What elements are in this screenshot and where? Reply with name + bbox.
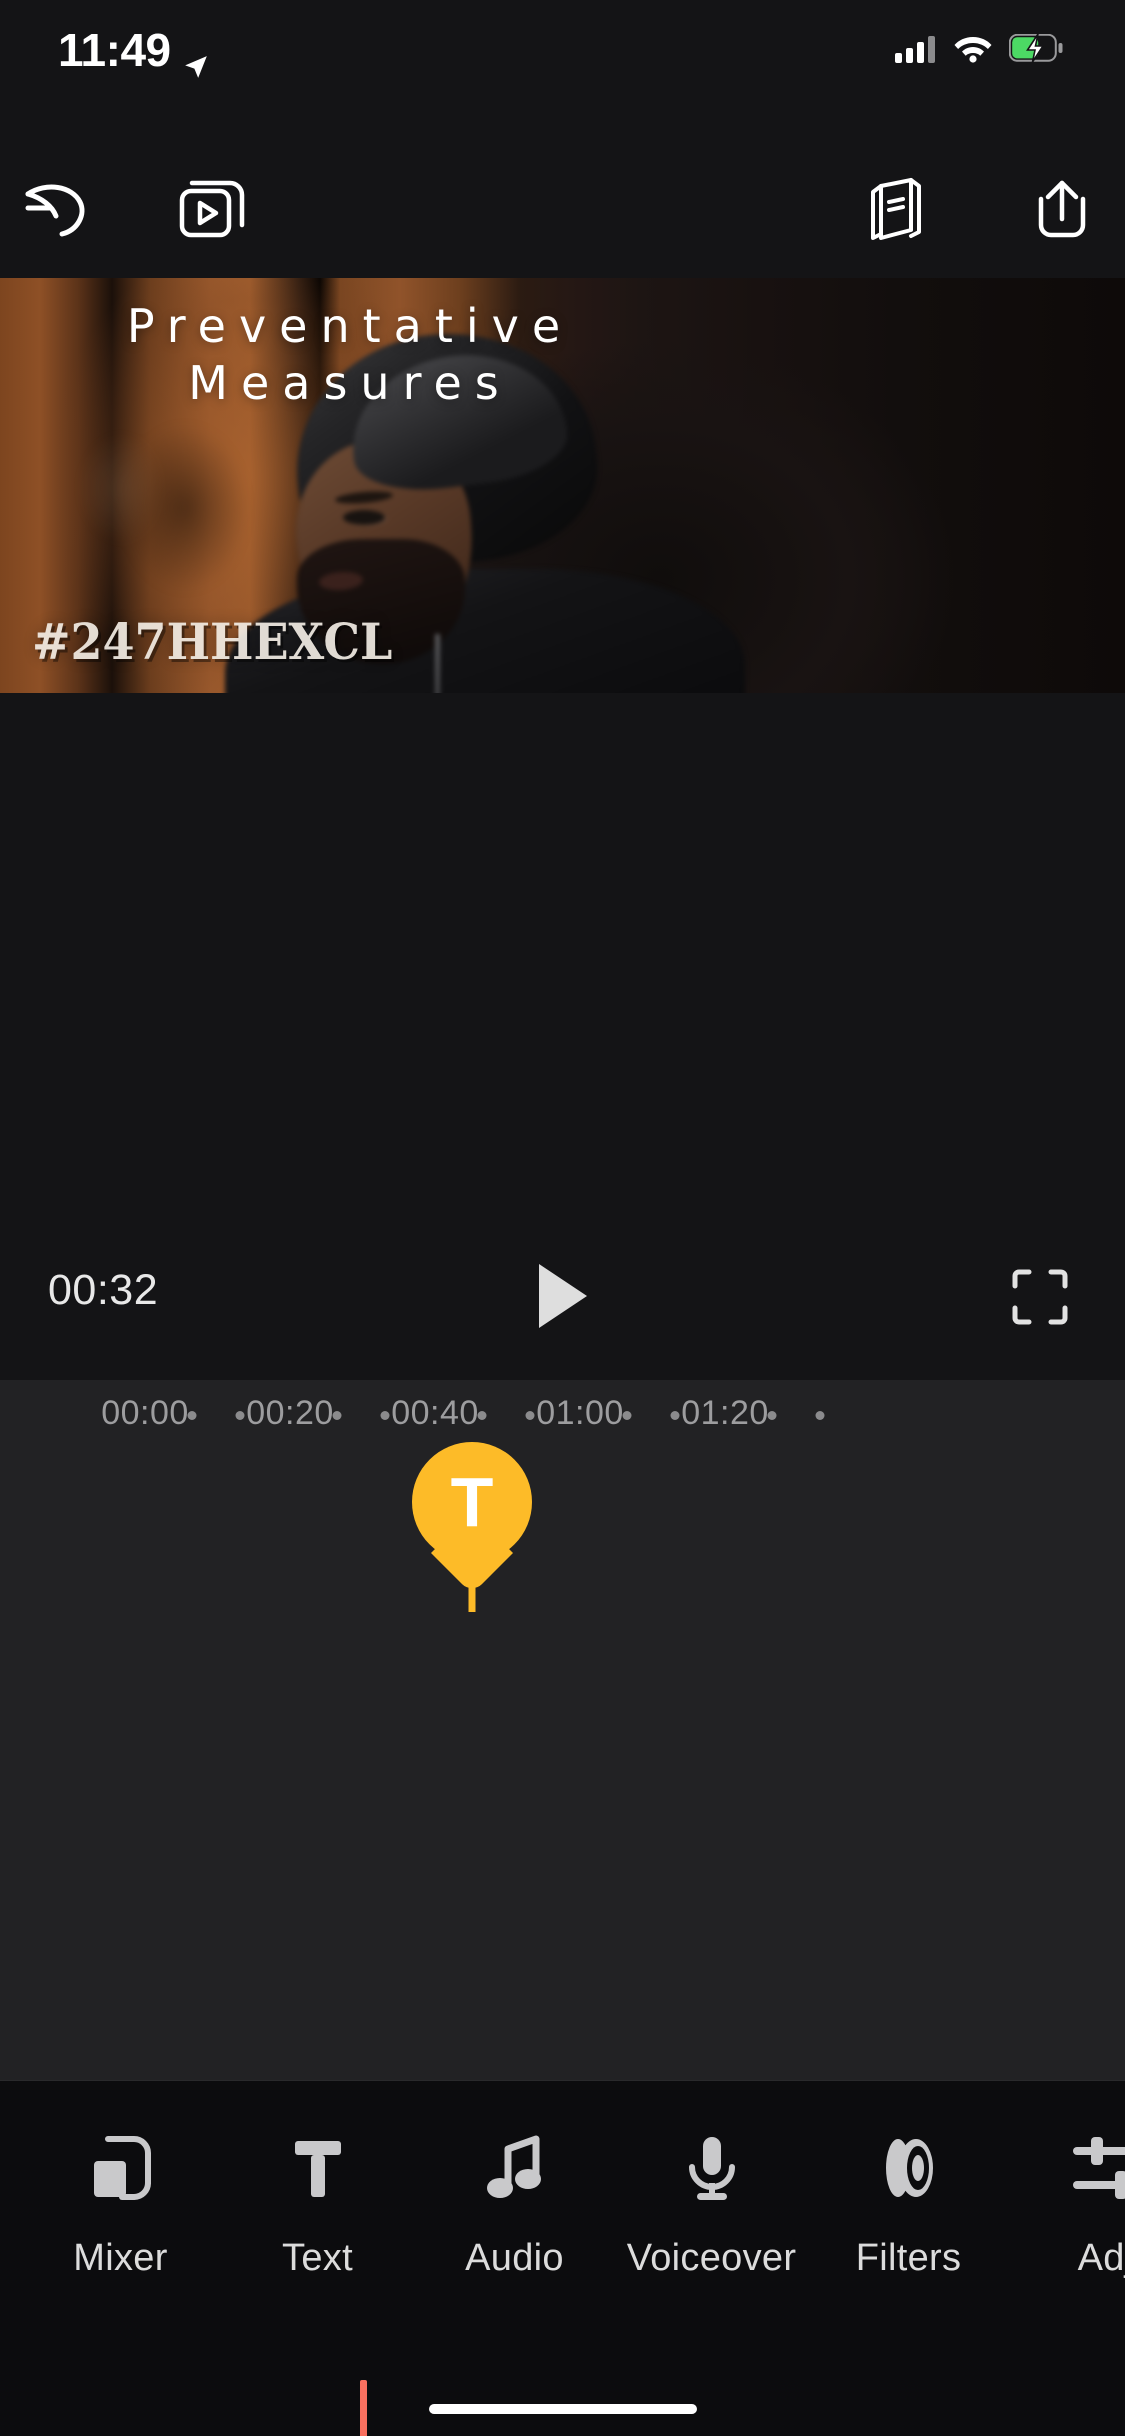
filters-icon: [872, 2125, 946, 2211]
ruler-tick-dot: [380, 1411, 390, 1420]
text-marker-stem: [468, 1580, 476, 1612]
tool-adjust[interactable]: Adj: [1007, 2125, 1125, 2280]
ruler-tick-dot: [670, 1411, 680, 1420]
playback-current-time: 00:32: [48, 1266, 159, 1314]
subject-zipper: [435, 634, 440, 693]
ruler-tick-dot: [525, 1411, 535, 1420]
export-icon[interactable]: [1007, 155, 1117, 265]
ruler-tick-dot: [235, 1411, 245, 1420]
ruler-tick-dot: [477, 1411, 487, 1420]
tool-label: Adj: [1077, 2237, 1125, 2279]
mixer-icon: [84, 2125, 158, 2211]
ruler-label: 01:00: [536, 1394, 624, 1432]
status-bar: 11:49: [0, 0, 1125, 100]
top-toolbar: [0, 150, 1125, 270]
preview-text-overlay[interactable]: Preventative Measures: [0, 300, 700, 410]
tool-filters[interactable]: Filters: [810, 2125, 1007, 2280]
ruler-tick-dot: [622, 1411, 632, 1420]
tool-label: Text: [282, 2237, 353, 2279]
playhead[interactable]: [360, 2380, 367, 2436]
play-icon[interactable]: [527, 1260, 599, 1332]
tool-voiceover[interactable]: Voiceover: [613, 2125, 810, 2280]
status-bar-time-group: 11:49: [58, 23, 209, 78]
ruler-tick-dot: [767, 1411, 777, 1420]
text-icon: [281, 2125, 355, 2211]
overlay-title-line-2: Measures: [188, 355, 512, 410]
status-bar-clock: 11:49: [58, 24, 171, 76]
subject-eye: [343, 510, 385, 525]
ruler-tick-dot: [332, 1411, 342, 1420]
tool-label: Audio: [465, 2237, 564, 2279]
tool-mixer[interactable]: Mixer: [22, 2125, 219, 2280]
playback-controls: 00:32: [0, 1236, 1125, 1346]
fullscreen-icon[interactable]: [1007, 1264, 1073, 1330]
ruler-tick-dot: [187, 1411, 197, 1420]
adjust-sliders-icon: [1069, 2125, 1125, 2211]
overlay-title-line-1: Preventative: [126, 299, 574, 353]
status-bar-indicators: [895, 33, 1063, 68]
location-arrow-icon: [183, 37, 209, 78]
ruler-label: 01:20: [681, 1394, 769, 1432]
tool-audio[interactable]: Audio: [416, 2125, 613, 2280]
timeline-ruler: 00:00 00:20 00:40 01:00 01:20: [0, 1380, 1125, 1438]
tool-list[interactable]: Mixer Text Audio Voiceover Filters Ad: [0, 2125, 1125, 2325]
text-marker-label: T: [450, 1463, 494, 1541]
cellular-signal-icon: [895, 33, 937, 68]
ruler-label: 00:20: [246, 1394, 334, 1432]
preview-watermark: #247HHEXCL: [32, 612, 393, 671]
text-clip-marker[interactable]: T: [412, 1442, 532, 1612]
timeline[interactable]: 00:00 00:20 00:40 01:00 01:20 T: [0, 1380, 1125, 2436]
video-layers-icon[interactable]: [158, 155, 268, 265]
book-icon[interactable]: [843, 155, 953, 265]
app-screen: 11:49 Preventative Measures #247HHEXCL 0…: [0, 0, 1125, 2436]
back-icon[interactable]: [0, 155, 110, 265]
top-toolbar-right-group: [843, 155, 1117, 265]
bottom-toolbar: Mixer Text Audio Voiceover Filters Ad: [0, 2080, 1125, 2436]
ruler-tick-dot: [815, 1411, 825, 1420]
tool-label: Filters: [855, 2237, 962, 2279]
text-marker-bubble: T: [412, 1442, 532, 1595]
tool-text[interactable]: Text: [219, 2125, 416, 2280]
battery-charging-icon: [1008, 33, 1063, 67]
ruler-label: 00:00: [101, 1394, 189, 1432]
tool-label: Mixer: [73, 2237, 168, 2279]
microphone-icon: [675, 2125, 749, 2211]
tool-label: Voiceover: [626, 2237, 797, 2279]
home-indicator[interactable]: [428, 2404, 697, 2414]
top-toolbar-left-group: [0, 155, 268, 265]
audio-note-icon: [478, 2125, 552, 2211]
ruler-label: 00:40: [391, 1394, 479, 1432]
wifi-icon: [953, 33, 993, 68]
video-preview[interactable]: Preventative Measures #247HHEXCL: [0, 278, 1125, 693]
